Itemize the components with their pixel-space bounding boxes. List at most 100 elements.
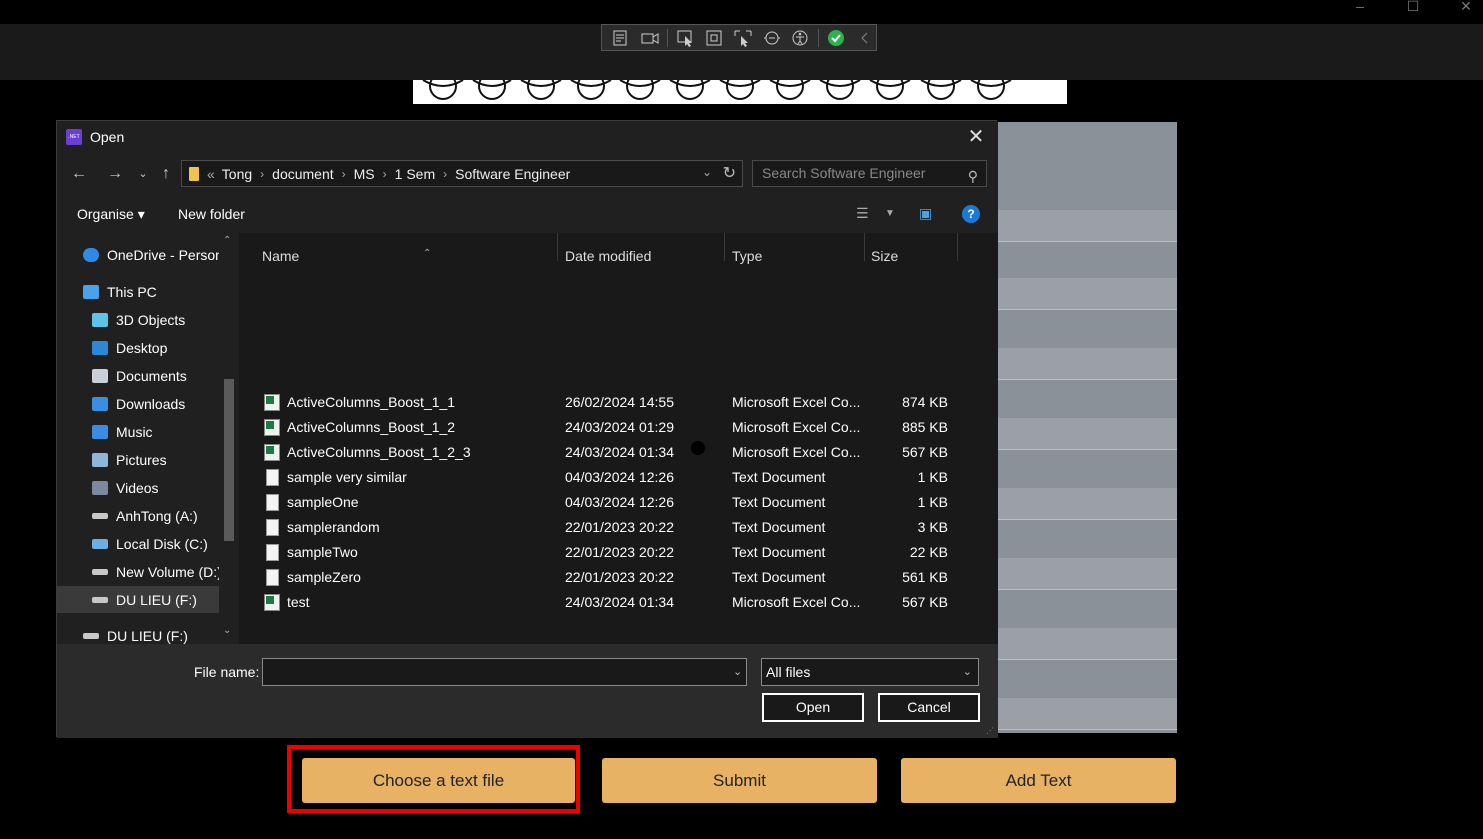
toolbar-divider xyxy=(817,28,819,47)
file-type-value: All files xyxy=(766,664,811,680)
windows-drive-icon xyxy=(92,539,108,549)
column-header-type[interactable]: Type xyxy=(732,243,762,269)
file-row[interactable]: test 24/03/2024 01:34 Microsoft Excel Co..… xyxy=(239,590,998,615)
record-icon[interactable] xyxy=(639,28,662,48)
nav-item-drive-c[interactable]: Local Disk (C:) xyxy=(92,532,208,556)
file-row[interactable]: sample very similar 04/03/2024 12:26 Text … xyxy=(239,465,998,490)
file-name-label: File name: xyxy=(194,664,260,680)
recent-locations-chevron-icon[interactable]: ⌄ xyxy=(132,163,154,185)
file-name: ActiveColumns_Boost_1_2_3 xyxy=(287,444,471,460)
breadcrumb-1-sem[interactable]: 1 Sem xyxy=(395,166,435,182)
file-size: 567 KB xyxy=(902,444,948,460)
accessibility-icon[interactable] xyxy=(789,28,812,48)
file-name-input[interactable] xyxy=(262,658,747,686)
preview-pane-icon[interactable]: ▣ xyxy=(919,205,932,222)
live-visual-tree-icon[interactable] xyxy=(610,28,633,48)
column-header-size[interactable]: Size xyxy=(871,243,898,269)
checkmark-icon[interactable] xyxy=(825,28,848,48)
file-row[interactable]: sampleZero 22/01/2023 20:22 Text Document 5… xyxy=(239,565,998,590)
search-placeholder: Search Software Engineer xyxy=(762,165,926,181)
up-arrow-icon[interactable]: ↑ xyxy=(155,163,177,185)
scroll-up-icon[interactable]: ⌃ xyxy=(223,235,231,246)
file-name-dropdown-icon[interactable]: ⌄ xyxy=(733,665,742,678)
file-date: 24/03/2024 01:34 xyxy=(565,444,674,460)
add-text-button[interactable]: Add Text xyxy=(901,758,1176,803)
list-band xyxy=(998,418,1177,450)
close-icon[interactable]: ✕ xyxy=(964,125,988,149)
nav-item-music[interactable]: Music xyxy=(92,420,153,444)
nav-item-drive-f[interactable]: DU LIEU (F:) xyxy=(83,624,188,644)
open-file-dialog: .NET Open ✕ ← → ⌄ ↑ « Tong › document › … xyxy=(56,120,998,738)
file-type-select[interactable]: All files ⌄ xyxy=(761,658,979,686)
open-button[interactable]: Open xyxy=(762,693,864,722)
resize-grip-icon[interactable]: ⋰ xyxy=(986,726,996,736)
column-header-date[interactable]: Date modified xyxy=(565,243,651,269)
refresh-icon[interactable]: ↻ xyxy=(723,163,736,183)
chevron-down-icon: ⌄ xyxy=(962,666,972,678)
search-input[interactable]: Search Software Engineer ⚲ xyxy=(752,160,987,187)
address-dropdown-icon[interactable]: ⌄ xyxy=(702,165,712,179)
file-row[interactable]: ActiveColumns_Boost_1_1 26/02/2024 14:55 M… xyxy=(239,390,998,415)
breadcrumb-ms[interactable]: MS xyxy=(354,166,375,182)
new-folder-button[interactable]: New folder xyxy=(178,206,245,222)
nav-item-downloads[interactable]: Downloads xyxy=(92,392,185,416)
nav-item-3d-objects[interactable]: 3D Objects xyxy=(92,308,185,332)
column-divider[interactable] xyxy=(724,233,725,261)
file-row[interactable]: ActiveColumns_Boost_1_2_3 24/03/2024 01:3… xyxy=(239,440,998,465)
file-row[interactable]: samplerandom 22/01/2023 20:22 Text Documen… xyxy=(239,515,998,540)
breadcrumb-separator-icon: › xyxy=(341,166,346,181)
file-date: 22/01/2023 20:22 xyxy=(565,544,674,560)
collapse-toolbar-icon[interactable] xyxy=(853,28,876,48)
scrollbar-thumb[interactable] xyxy=(224,379,234,541)
list-band xyxy=(998,348,1177,380)
view-dropdown-icon[interactable]: ▼ xyxy=(885,208,895,219)
nav-item-this-pc[interactable]: This PC xyxy=(83,280,157,304)
scallop-banner-image xyxy=(413,80,1067,104)
column-divider[interactable] xyxy=(864,233,865,261)
nav-item-desktop[interactable]: Desktop xyxy=(92,336,167,360)
nav-item-pictures[interactable]: Pictures xyxy=(92,448,167,472)
address-bar[interactable]: « Tong › document › MS › 1 Sem › Softwar… xyxy=(181,160,743,187)
breadcrumb-prefix[interactable]: « xyxy=(207,166,215,182)
text-file-icon xyxy=(266,469,279,486)
breadcrumb-tong[interactable]: Tong xyxy=(222,166,252,182)
view-options-icon[interactable]: ☰ xyxy=(856,205,869,222)
forward-arrow-icon[interactable]: → xyxy=(104,163,126,185)
breadcrumb-document[interactable]: document xyxy=(272,166,333,182)
binding-failures-icon[interactable] xyxy=(760,28,783,48)
help-icon[interactable]: ? xyxy=(962,205,980,223)
list-band xyxy=(998,558,1177,590)
desktop-icon xyxy=(92,341,108,355)
scroll-down-icon[interactable]: ⌄ xyxy=(223,625,231,636)
nav-item-drive-f-selected[interactable]: DU LIEU (F:) xyxy=(57,586,219,613)
column-header-name[interactable]: Name ⌃ xyxy=(262,243,431,269)
layout-adorner-icon[interactable] xyxy=(703,28,726,48)
back-arrow-icon[interactable]: ← xyxy=(68,163,90,185)
file-row[interactable]: sampleTwo 22/01/2023 20:22 Text Document 22… xyxy=(239,540,998,565)
close-window-button[interactable]: ✕ xyxy=(1453,0,1479,14)
nav-item-onedrive[interactable]: OneDrive - Person xyxy=(83,243,223,267)
file-row[interactable]: ActiveColumns_Boost_1_2 24/03/2024 01:29 M… xyxy=(239,415,998,440)
nav-item-drive-a[interactable]: AnhTong (A:) xyxy=(92,504,198,528)
file-row[interactable]: sampleOne 04/03/2024 12:26 Text Document 1 … xyxy=(239,490,998,515)
file-type: Text Document xyxy=(732,494,826,510)
nav-item-documents[interactable]: Documents xyxy=(92,364,187,388)
column-divider[interactable] xyxy=(957,233,958,261)
select-element-icon[interactable] xyxy=(674,28,697,48)
nav-item-videos[interactable]: Videos xyxy=(92,476,159,500)
track-focus-icon[interactable] xyxy=(732,28,755,48)
submit-button[interactable]: Submit xyxy=(602,758,877,803)
file-type: Microsoft Excel Co... xyxy=(732,394,861,410)
breadcrumb-separator-icon: › xyxy=(382,166,387,181)
organise-menu-button[interactable]: Organise ▾ xyxy=(77,206,145,223)
cancel-button[interactable]: Cancel xyxy=(878,693,980,722)
file-size: 885 KB xyxy=(902,419,948,435)
column-divider[interactable] xyxy=(557,233,558,261)
minimize-button[interactable]: – xyxy=(1347,0,1373,14)
nav-item-drive-d[interactable]: New Volume (D:) xyxy=(92,560,222,584)
maximize-button[interactable]: ☐ xyxy=(1400,0,1426,14)
onedrive-icon xyxy=(83,248,99,262)
nav-pane-scrollbar[interactable]: ⌃ ⌄ xyxy=(219,233,239,644)
nav-item-label: Downloads xyxy=(116,396,186,412)
breadcrumb-software-engineer[interactable]: Software Engineer xyxy=(455,166,570,182)
